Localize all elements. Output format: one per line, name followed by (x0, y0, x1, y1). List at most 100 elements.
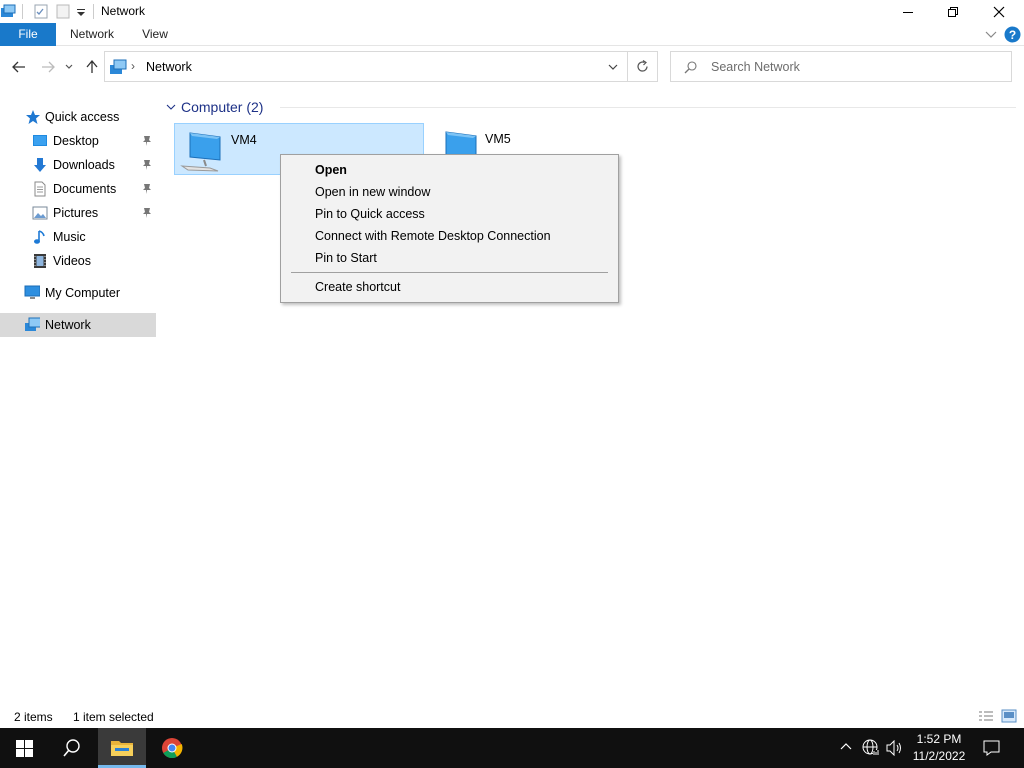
back-arrow-icon (12, 61, 25, 73)
star-icon (26, 110, 40, 124)
navigation-pane: Quick access Desktop Downloads Documents… (0, 97, 156, 707)
menu-item-remote-desktop[interactable]: Connect with Remote Desktop Connection (315, 229, 551, 243)
help-icon[interactable]: ? (1004, 26, 1021, 43)
restore-button[interactable] (930, 0, 976, 23)
clock-date[interactable]: 11/2/2022 (904, 749, 974, 763)
close-icon (993, 6, 1005, 17)
forward-button[interactable] (38, 57, 58, 77)
group-divider (280, 107, 1016, 108)
search-placeholder: Search Network (711, 60, 800, 74)
network-globe-icon[interactable] (862, 739, 880, 757)
minimize-button[interactable] (885, 0, 931, 23)
document-icon (34, 181, 46, 197)
start-button[interactable] (0, 728, 48, 768)
expand-ribbon-icon[interactable] (985, 30, 997, 40)
item-label: VM4 (231, 133, 257, 147)
nav-label: Quick access (45, 110, 120, 124)
nav-quick-access[interactable]: Quick access (0, 105, 156, 129)
show-hidden-icons-icon[interactable] (840, 742, 852, 750)
divider (22, 4, 23, 19)
computer-icon (180, 132, 221, 172)
new-folder-icon[interactable] (56, 4, 70, 19)
svg-text:?: ? (1009, 28, 1016, 42)
pictures-icon (32, 206, 48, 220)
pin-icon[interactable] (141, 207, 153, 219)
search-icon (684, 61, 697, 74)
refresh-button[interactable] (628, 51, 658, 82)
download-arrow-icon (34, 158, 46, 172)
folder-icon (111, 741, 133, 756)
nav-videos[interactable]: Videos (0, 249, 156, 273)
large-icons-view-icon[interactable] (1001, 709, 1017, 723)
nav-label: Downloads (53, 158, 115, 172)
pin-icon[interactable] (141, 135, 153, 147)
refresh-icon (637, 60, 648, 72)
item-count: 2 items (14, 710, 53, 724)
window-title: Network (101, 4, 146, 18)
forward-arrow-icon (42, 61, 55, 73)
search-icon (63, 739, 80, 757)
nav-label: Videos (53, 254, 91, 268)
status-bar: 2 items 1 item selected (0, 707, 1024, 728)
close-button[interactable] (976, 0, 1022, 23)
nav-my-computer[interactable]: My Computer (0, 281, 156, 305)
divider (93, 4, 94, 19)
group-header[interactable]: Computer (2) (166, 98, 1016, 118)
nav-label: Desktop (53, 134, 99, 148)
taskbar-chrome[interactable] (148, 728, 196, 768)
nav-documents[interactable]: Documents (0, 177, 156, 201)
taskbar: 1:52 PM 11/2/2022 (0, 728, 1024, 768)
selection-count: 1 item selected (73, 710, 154, 724)
menu-item-pin-start[interactable]: Pin to Start (315, 251, 377, 265)
address-dropdown-icon[interactable] (608, 64, 618, 71)
breadcrumb-network[interactable]: Network (146, 60, 192, 74)
menu-item-pin-quick-access[interactable]: Pin to Quick access (315, 207, 425, 221)
pin-icon[interactable] (141, 159, 153, 171)
up-button[interactable] (82, 57, 102, 77)
desktop-icon (33, 135, 47, 146)
search-box[interactable]: Search Network (670, 51, 1012, 82)
network-icon (25, 317, 40, 331)
restore-icon (948, 6, 958, 17)
recent-locations-button[interactable] (62, 57, 76, 77)
up-arrow-icon (86, 60, 98, 73)
navigation-bar: › Network Search Network (0, 47, 1024, 87)
nav-label: Music (53, 230, 86, 244)
back-button[interactable] (9, 57, 29, 77)
menu-item-open[interactable]: Open (315, 163, 347, 177)
title-bar: Network (0, 0, 1024, 23)
menu-item-open-new-window[interactable]: Open in new window (315, 185, 430, 199)
network-app-icon (1, 4, 16, 17)
notifications-icon[interactable] (983, 740, 1000, 756)
nav-desktop[interactable]: Desktop (0, 129, 156, 153)
details-view-icon[interactable] (978, 710, 994, 723)
menu-separator (291, 272, 608, 273)
tab-view[interactable]: View (134, 23, 176, 46)
volume-icon[interactable] (886, 740, 904, 756)
music-note-icon (34, 230, 45, 244)
breadcrumb-separator[interactable]: › (131, 59, 135, 73)
nav-music[interactable]: Music (0, 225, 156, 249)
address-bar[interactable]: › Network (104, 51, 628, 82)
menu-item-create-shortcut[interactable]: Create shortcut (315, 280, 400, 294)
nav-label: Network (45, 318, 91, 332)
windows-logo-icon (15, 739, 33, 757)
search-button[interactable] (48, 728, 96, 768)
clock-time[interactable]: 1:52 PM (904, 732, 974, 746)
tab-network[interactable]: Network (62, 23, 122, 46)
nav-label: Pictures (53, 206, 99, 220)
film-icon (34, 254, 46, 268)
chrome-icon (162, 738, 183, 759)
network-icon (110, 59, 127, 74)
item-label: VM5 (485, 132, 511, 146)
tab-file[interactable]: File (0, 23, 56, 46)
properties-icon[interactable] (34, 4, 48, 19)
pin-icon[interactable] (141, 183, 153, 195)
group-title: Computer (2) (181, 99, 264, 115)
nav-network[interactable]: Network (0, 313, 156, 337)
nav-downloads[interactable]: Downloads (0, 153, 156, 177)
nav-pictures[interactable]: Pictures (0, 201, 156, 225)
qat-dropdown-icon[interactable] (76, 8, 86, 18)
chevron-down-icon (65, 64, 73, 69)
taskbar-file-explorer[interactable] (98, 728, 146, 768)
